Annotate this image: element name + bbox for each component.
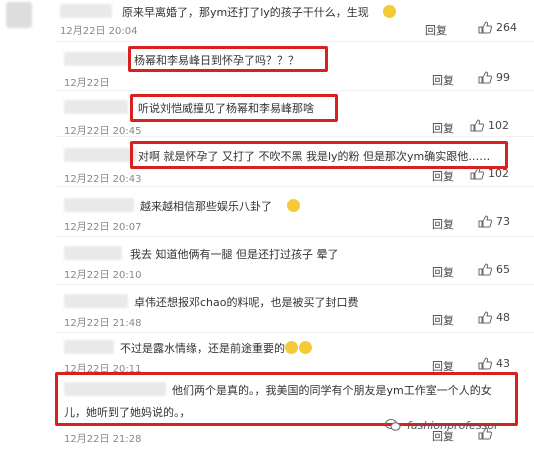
like-count: 65 bbox=[496, 263, 510, 276]
comment-time: 12月22日 21:28 bbox=[64, 434, 142, 445]
username-blurred[interactable] bbox=[64, 246, 122, 260]
comment-time: 12月22日 20:43 bbox=[64, 174, 142, 185]
comment-time: 12月22日 21:48 bbox=[64, 318, 142, 329]
username-blurred[interactable] bbox=[64, 52, 128, 66]
comment-text: 卓伟还想报邓chao的料呢，也是被买了封口费 bbox=[134, 296, 359, 309]
reply-button[interactable]: 回复 bbox=[432, 168, 454, 184]
reply-button[interactable]: 回复 bbox=[432, 120, 454, 136]
comment-time: 12月22日 20:04 bbox=[60, 26, 138, 37]
like-button[interactable]: 102 bbox=[470, 119, 509, 132]
comment-time: 12月22日 20:07 bbox=[64, 222, 142, 233]
username-blurred[interactable] bbox=[64, 340, 114, 354]
divider bbox=[55, 236, 534, 237]
comment-text-continued: 儿，她听到了她妈说的。， bbox=[64, 406, 191, 419]
smiley-emoji-icon bbox=[287, 199, 300, 212]
thumbs-up-icon bbox=[478, 71, 492, 84]
comment-text: 不过是露水情缘，还是前途重要的 bbox=[120, 342, 285, 355]
thumbs-up-icon bbox=[478, 263, 492, 276]
comment-text: 原来早离婚了，那ym还打了ly的孩子干什么，生现 bbox=[122, 6, 369, 19]
watermark-text: fashionprofessor bbox=[407, 418, 499, 432]
divider bbox=[55, 41, 534, 42]
thumbs-up-icon bbox=[478, 215, 492, 228]
like-button[interactable]: 99 bbox=[478, 71, 510, 84]
highlight-box bbox=[128, 46, 328, 72]
reply-button[interactable]: 回复 bbox=[425, 22, 447, 38]
like-count: 99 bbox=[496, 71, 510, 84]
username-blurred[interactable] bbox=[64, 198, 134, 212]
like-count: 264 bbox=[496, 21, 517, 34]
smiley-emoji-icon bbox=[383, 5, 396, 18]
highlight-box bbox=[130, 94, 338, 122]
like-button[interactable]: 264 bbox=[478, 21, 517, 34]
thumbs-up-icon bbox=[478, 21, 492, 34]
username-blurred[interactable] bbox=[64, 382, 166, 396]
thumbs-up-icon bbox=[478, 311, 492, 324]
username-blurred[interactable] bbox=[64, 148, 136, 162]
watermark: fashionprofessor bbox=[385, 418, 499, 432]
divider bbox=[55, 136, 534, 137]
wechat-icon bbox=[385, 419, 401, 431]
username-blurred[interactable] bbox=[64, 294, 128, 308]
thumbs-up-icon bbox=[470, 119, 484, 132]
reply-button[interactable]: 回复 bbox=[432, 312, 454, 328]
smiley-emoji-icon bbox=[299, 341, 312, 354]
comment-time: 12月22日 20:45 bbox=[64, 126, 142, 137]
reply-button[interactable]: 回复 bbox=[432, 72, 454, 88]
comment-time: 12月22日 20:10 bbox=[64, 270, 142, 281]
reply-button[interactable]: 回复 bbox=[432, 264, 454, 280]
like-count: 102 bbox=[488, 119, 509, 132]
thumbs-up-icon bbox=[470, 167, 484, 180]
like-count: 102 bbox=[488, 167, 509, 180]
comment-text: 他们两个是真的。，我美国的同学有个朋友是ym工作室一个人的女 bbox=[172, 384, 492, 397]
divider bbox=[55, 332, 534, 333]
like-button[interactable]: 65 bbox=[478, 263, 510, 276]
smiley-emoji-icon bbox=[285, 341, 298, 354]
like-count: 48 bbox=[496, 311, 510, 324]
highlight-box bbox=[130, 141, 508, 169]
comment-text: 我去 知道他俩有一腿 但是还打过孩子 晕了 bbox=[130, 248, 339, 261]
like-count: 43 bbox=[496, 357, 510, 370]
avatar[interactable] bbox=[6, 2, 32, 28]
like-button[interactable]: 102 bbox=[470, 167, 509, 180]
like-button[interactable]: 43 bbox=[478, 357, 510, 370]
thumbs-up-icon bbox=[478, 357, 492, 370]
comment-time: 12月22日 bbox=[64, 78, 110, 89]
like-count: 73 bbox=[496, 215, 510, 228]
reply-button[interactable]: 回复 bbox=[432, 216, 454, 232]
divider bbox=[55, 186, 534, 187]
divider bbox=[55, 284, 534, 285]
like-button[interactable]: 48 bbox=[478, 311, 510, 324]
comment-text: 越来越相信那些娱乐八卦了 bbox=[140, 200, 272, 213]
username-blurred[interactable] bbox=[64, 100, 128, 114]
divider bbox=[55, 90, 534, 91]
username-blurred[interactable] bbox=[60, 4, 112, 18]
like-button[interactable]: 73 bbox=[478, 215, 510, 228]
